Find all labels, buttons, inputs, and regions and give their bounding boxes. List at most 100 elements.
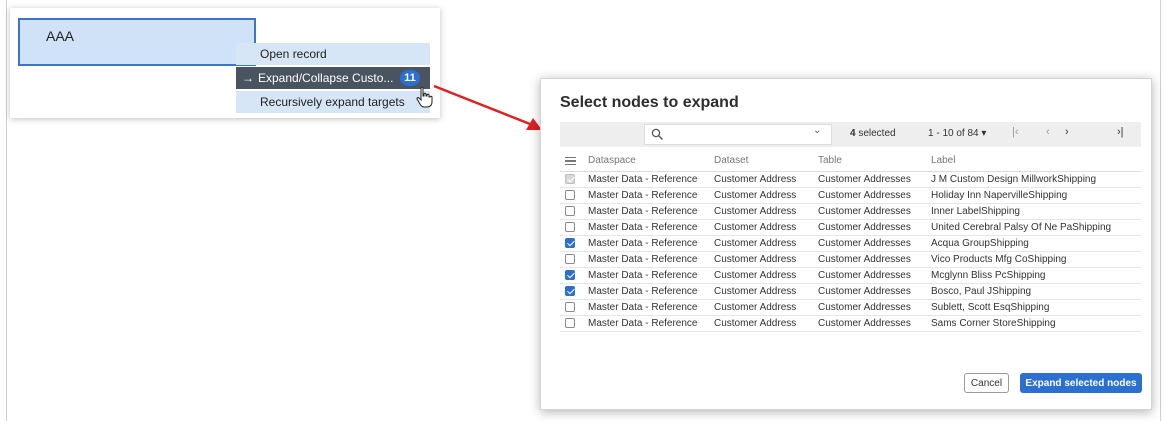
cell-dataspace: Master Data - Reference (584, 171, 710, 188)
search-box[interactable] (644, 124, 832, 145)
context-menu: Open record → Expand/Collapse Custo... 11… (236, 43, 433, 115)
cell-dataset: Customer Address (710, 283, 814, 300)
menu-item-expand-collapse[interactable]: → Expand/Collapse Custo... 11 (236, 67, 430, 89)
row-checkbox[interactable] (565, 189, 575, 200)
cell-table: Customer Addresses (814, 267, 927, 284)
graph-node-label: AAA (46, 28, 75, 44)
cell-table: Customer Addresses (814, 299, 927, 316)
grid-toolbar: ⌄ 4 selected 1 - 10 of 84 ▾ |‹ ‹ › ›| (560, 122, 1141, 147)
table-body: Master Data - Reference Customer Address C… (560, 171, 1141, 332)
cell-label: Inner LabelShipping (927, 203, 1141, 220)
row-checkbox[interactable] (565, 221, 575, 232)
cell-label: Mcglynn Bliss PcShipping (927, 267, 1141, 284)
table-row[interactable]: Master Data - Reference Customer Address C… (560, 219, 1141, 236)
chevron-down-icon[interactable]: ⌄ (813, 125, 821, 136)
table-row[interactable]: Master Data - Reference Customer Address C… (560, 299, 1141, 316)
row-checkbox-cell (560, 187, 584, 204)
cell-label: Holiday Inn NapervilleShipping (927, 187, 1141, 204)
last-page-icon[interactable]: ›| (1117, 126, 1124, 138)
cell-dataspace: Master Data - Reference (584, 267, 710, 284)
cell-table: Customer Addresses (814, 251, 927, 268)
row-checkbox-cell (560, 251, 584, 268)
row-checkbox[interactable] (565, 285, 575, 296)
cell-dataset: Customer Address (710, 251, 814, 268)
table-row[interactable]: Master Data - Reference Customer Address C… (560, 251, 1141, 268)
cell-table: Customer Addresses (814, 315, 927, 332)
row-checkbox-cell (560, 171, 584, 188)
menu-item-open-record[interactable]: Open record (236, 43, 430, 65)
count-badge: 11 (400, 70, 420, 86)
cell-label: Sams Corner StoreShipping (927, 315, 1141, 332)
row-checkbox[interactable] (565, 237, 575, 248)
row-checkbox-cell (560, 315, 584, 332)
hamburger-menu-icon[interactable] (565, 155, 576, 168)
menu-item-label: Open record (260, 47, 327, 61)
column-header-label[interactable]: Label (927, 151, 1141, 172)
previous-page-icon[interactable]: ‹ (1046, 126, 1050, 138)
cell-dataspace: Master Data - Reference (584, 219, 710, 236)
frame-right-border (1160, 0, 1161, 421)
menu-item-recursive-expand[interactable]: Recursively expand targets (236, 91, 430, 113)
graph-panel: AAA Open record → Expand/Collapse Custo..… (10, 8, 440, 118)
cell-dataspace: Master Data - Reference (584, 283, 710, 300)
cell-table: Customer Addresses (814, 171, 927, 188)
next-page-icon[interactable]: › (1065, 126, 1069, 138)
cell-label: Vico Products Mfg CoShipping (927, 251, 1141, 268)
cell-label: United Cerebral Palsy Of Ne PaShipping (927, 219, 1141, 236)
cell-dataset: Customer Address (710, 235, 814, 252)
expand-selected-nodes-button[interactable]: Expand selected nodes (1020, 373, 1142, 393)
cell-dataspace: Master Data - Reference (584, 203, 710, 220)
cell-table: Customer Addresses (814, 235, 927, 252)
search-icon (651, 128, 663, 140)
column-header-dataset[interactable]: Dataset (710, 151, 814, 172)
cell-table: Customer Addresses (814, 203, 927, 220)
right-arrow-icon: → (242, 71, 254, 85)
table-row[interactable]: Master Data - Reference Customer Address C… (560, 187, 1141, 204)
row-checkbox[interactable] (565, 253, 575, 264)
column-menu[interactable] (560, 151, 584, 172)
nodes-table: Dataspace Dataset Table Label Master Dat… (560, 151, 1141, 332)
row-checkbox[interactable] (565, 301, 575, 312)
cell-label: Sublett, Scott EsqShipping (927, 299, 1141, 316)
page-range-dropdown[interactable]: 1 - 10 of 84 ▾ (928, 128, 986, 139)
frame-left-border (6, 0, 7, 421)
cancel-button[interactable]: Cancel (964, 373, 1009, 393)
row-checkbox-cell (560, 267, 584, 284)
cell-dataspace: Master Data - Reference (584, 235, 710, 252)
row-checkbox (565, 173, 575, 184)
cell-dataset: Customer Address (710, 219, 814, 236)
row-checkbox-cell (560, 283, 584, 300)
cell-label: Acqua GroupShipping (927, 235, 1141, 252)
table-header-row: Dataspace Dataset Table Label (560, 151, 1141, 172)
table-row[interactable]: Master Data - Reference Customer Address C… (560, 283, 1141, 300)
cell-dataspace: Master Data - Reference (584, 187, 710, 204)
table-row[interactable]: Master Data - Reference Customer Address C… (560, 315, 1141, 332)
table-row[interactable]: Master Data - Reference Customer Address C… (560, 171, 1141, 188)
row-checkbox-cell (560, 203, 584, 220)
cell-dataspace: Master Data - Reference (584, 251, 710, 268)
cell-label: Bosco, Paul JShipping (927, 283, 1141, 300)
cell-dataset: Customer Address (710, 315, 814, 332)
cell-dataset: Customer Address (710, 267, 814, 284)
dialog-title: Select nodes to expand (560, 94, 739, 111)
cell-dataset: Customer Address (710, 171, 814, 188)
cell-label: J M Custom Design MillworkShipping (927, 171, 1141, 188)
row-checkbox[interactable] (565, 269, 575, 280)
table-row[interactable]: Master Data - Reference Customer Address C… (560, 267, 1141, 284)
table-row[interactable]: Master Data - Reference Customer Address C… (560, 203, 1141, 220)
column-header-dataspace[interactable]: Dataspace (584, 151, 710, 172)
table-row[interactable]: Master Data - Reference Customer Address C… (560, 235, 1141, 252)
cell-dataset: Customer Address (710, 299, 814, 316)
cell-dataspace: Master Data - Reference (584, 299, 710, 316)
graph-node[interactable]: AAA (18, 18, 256, 66)
first-page-icon[interactable]: |‹ (1012, 126, 1019, 138)
row-checkbox-cell (560, 235, 584, 252)
cell-dataspace: Master Data - Reference (584, 315, 710, 332)
cell-table: Customer Addresses (814, 283, 927, 300)
red-arrow-annotation (433, 84, 542, 130)
row-checkbox[interactable] (565, 205, 575, 216)
selected-count-suffix: selected (855, 128, 896, 139)
column-header-table[interactable]: Table (814, 151, 927, 172)
search-input[interactable] (669, 127, 809, 142)
row-checkbox[interactable] (565, 317, 575, 328)
